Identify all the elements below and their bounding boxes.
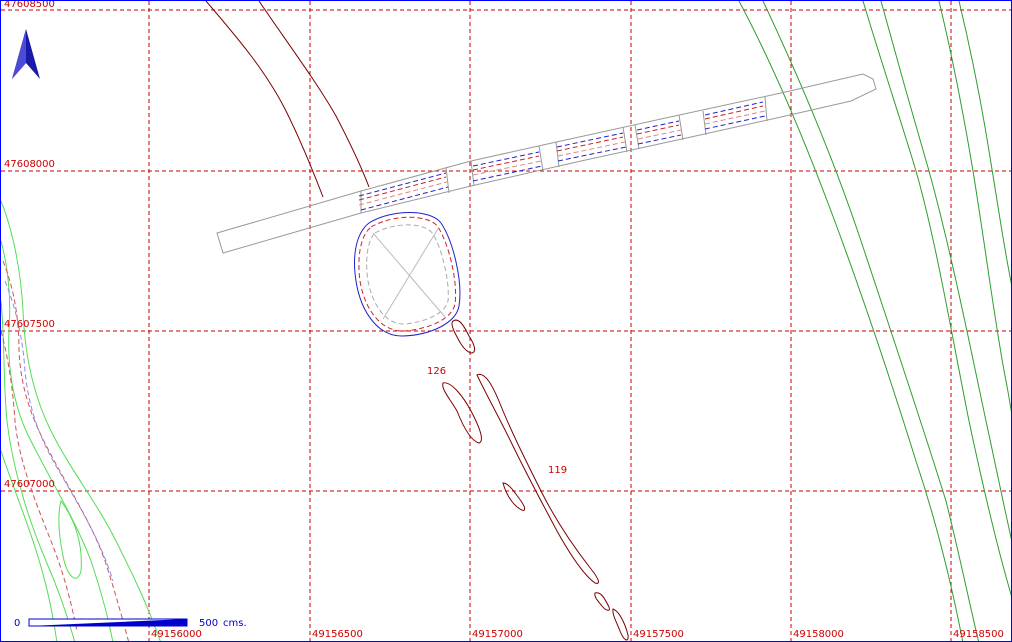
y-label-47608500: 47608500 — [4, 1, 55, 10]
river-line-3 — [862, 1, 1011, 596]
pond-cross-2 — [382, 226, 440, 320]
north-arrow-highlight — [12, 29, 26, 79]
x-label-49156000: 49156000 — [151, 629, 202, 640]
embankment-divider-5 — [555, 141, 560, 168]
map-svg: 126 119 47608500 47608000 47607500 47607… — [1, 1, 1011, 641]
x-label-49158000: 49158000 — [793, 629, 844, 640]
embankment-divider-2 — [445, 166, 450, 194]
channel-depth-red-1 — [358, 105, 764, 201]
x-label-49157500: 49157500 — [633, 629, 684, 640]
embankment-divider-4 — [538, 145, 544, 172]
embankment-divider-6 — [622, 126, 628, 153]
pond-cross-1 — [372, 232, 446, 318]
pond — [354, 212, 461, 337]
x-label-49157000: 49157000 — [472, 629, 523, 640]
scale-bar: 0 500 cms. — [14, 618, 247, 629]
contour-polygon-small — [451, 319, 476, 354]
y-label-47607000: 47607000 — [4, 479, 55, 490]
north-arrow-icon — [12, 29, 40, 79]
x-axis-labels: 49156000 49156500 49157000 49157500 4915… — [151, 629, 1004, 640]
embankment-divider-8 — [678, 114, 684, 141]
x-label-49158500: 49158500 — [953, 629, 1004, 640]
scale-bar-start-label: 0 — [14, 618, 20, 629]
contour-lines-top — [205, 1, 370, 198]
channel-depth-blue-2 — [360, 115, 766, 211]
contour-label-126: 126 — [427, 366, 446, 377]
contour-polygon-low-1 — [594, 592, 610, 611]
river-left-outer-3 — [1, 300, 75, 641]
scale-bar-unit: cms. — [223, 618, 247, 629]
x-label-49156500: 49156500 — [312, 629, 363, 640]
contour-polygon-119 — [476, 373, 599, 584]
embankment-divider-10 — [764, 96, 768, 122]
river-line-6 — [958, 1, 1011, 285]
coordinate-grid — [1, 1, 1011, 641]
y-label-47608000: 47608000 — [4, 159, 55, 170]
channel-depth-blue-1 — [358, 101, 764, 197]
river-left-island — [58, 499, 82, 579]
contour-line-b — [258, 1, 370, 188]
contour-line-a — [205, 1, 324, 198]
river-left-outer-1 — [1, 200, 161, 641]
river-right-lines — [738, 1, 1011, 641]
scale-bar-end-label: 500 — [199, 618, 218, 629]
embankment-outline — [216, 73, 877, 254]
embankment-divider-3 — [470, 160, 475, 187]
river-line-5 — [938, 1, 1011, 412]
contour-polygon-126 — [442, 382, 482, 444]
river-left-lines — [1, 200, 161, 641]
contour-polygons — [442, 319, 629, 641]
y-label-47607500: 47607500 — [4, 319, 55, 330]
river-line-1 — [738, 1, 964, 641]
embankment-divider-7 — [634, 124, 640, 150]
river-line-4 — [880, 1, 1011, 540]
contour-polygon-mid — [502, 482, 526, 511]
channel-depth-red-2 — [358, 110, 766, 206]
map-canvas[interactable]: 126 119 47608500 47608000 47607500 47607… — [0, 0, 1012, 642]
contour-label-119: 119 — [548, 465, 567, 476]
y-axis-labels: 47608500 47608000 47607500 47607000 — [4, 1, 55, 490]
pond-outline-blue — [354, 212, 461, 337]
contour-polygon-low-2 — [612, 608, 629, 641]
embankment-polygon — [216, 73, 877, 254]
